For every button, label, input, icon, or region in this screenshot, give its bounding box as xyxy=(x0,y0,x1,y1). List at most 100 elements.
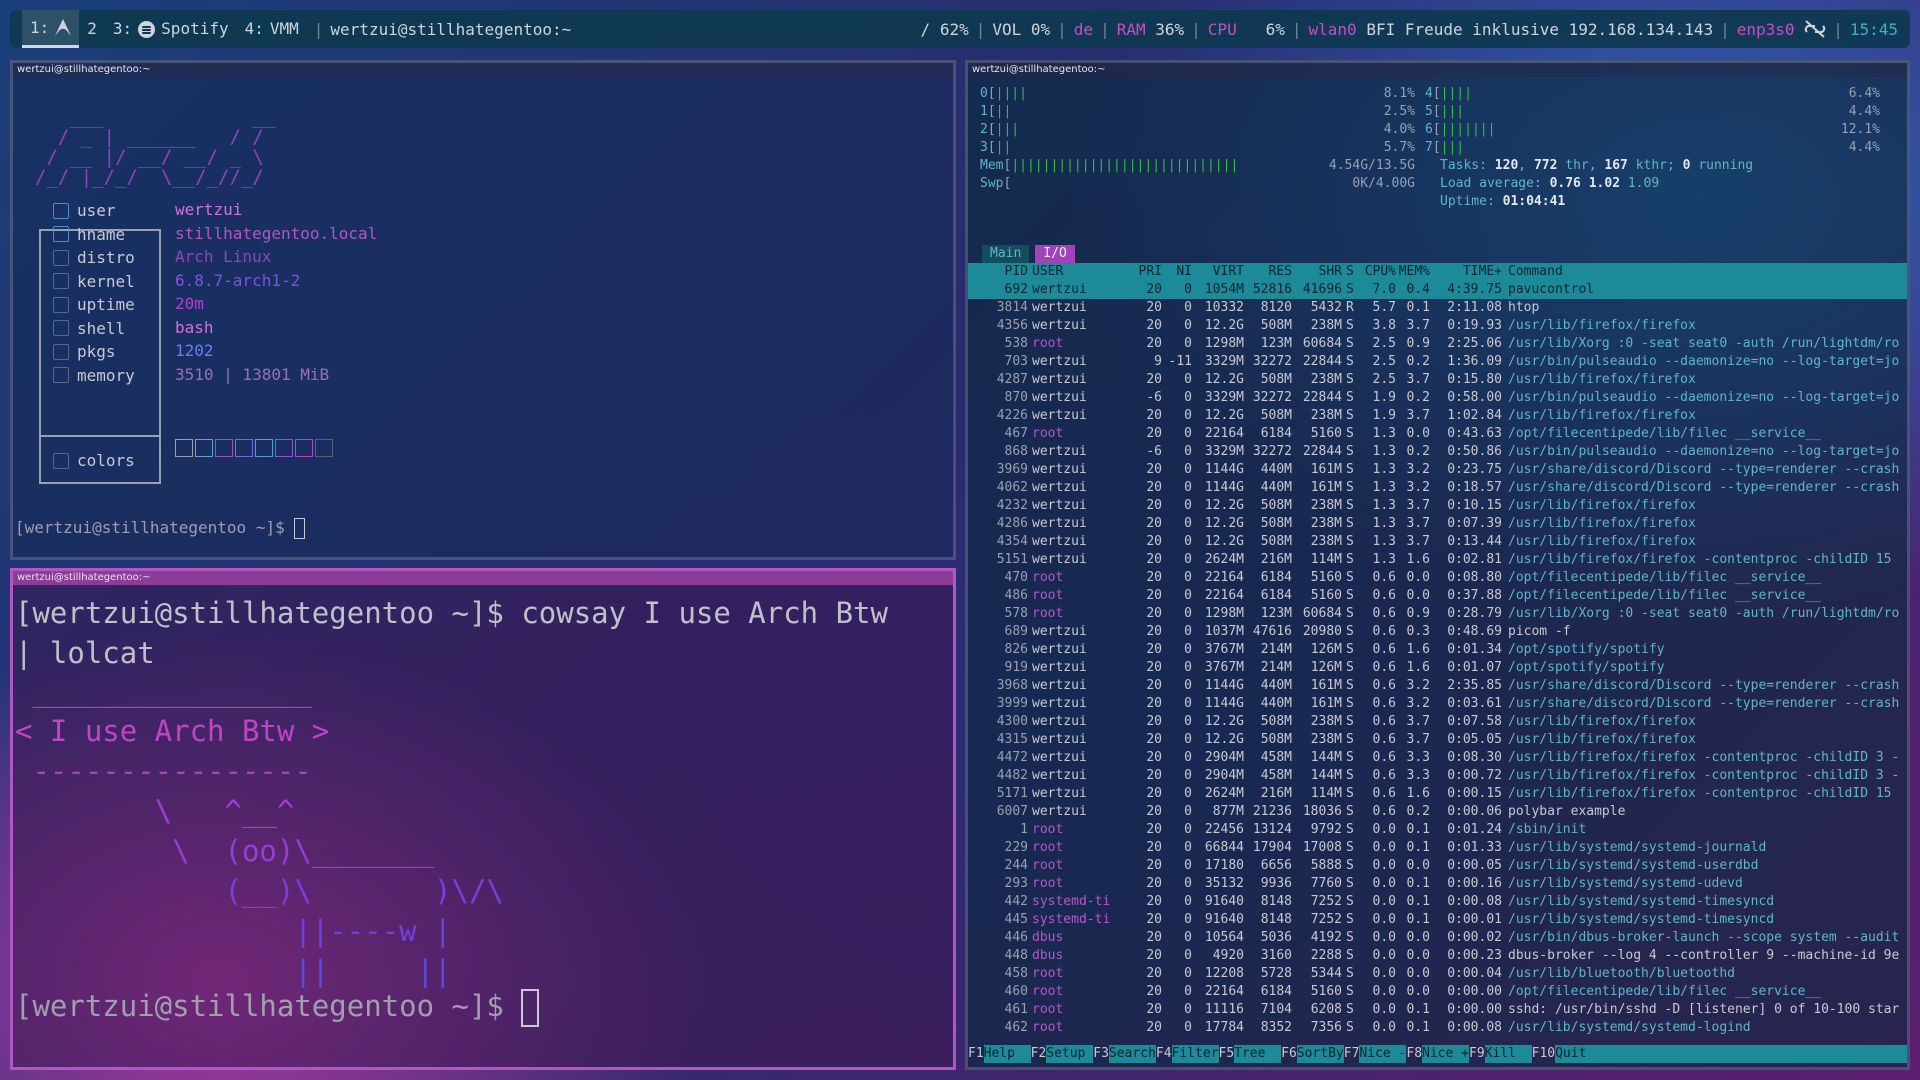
process-row[interactable]: 4315 wertzui 20 0 12.2G 508M 238M S 0.6 3.7 0:05.0… xyxy=(968,731,1907,749)
column-header-mem: MEM% xyxy=(1398,264,1430,279)
process-row[interactable]: 4062 wertzui 20 0 1144G 440M 161M S 1.3 3.2 0:18.5… xyxy=(968,479,1907,497)
process-cell: 20 xyxy=(1146,822,1162,837)
process-row[interactable]: 470 root 20 0 22164 6184 5160 S 0.6 0.0 0:08.80/op… xyxy=(968,569,1907,587)
process-row[interactable]: 467 root 20 0 22164 6184 5160 S 1.3 0.0 0:43.63/op… xyxy=(968,425,1907,443)
process-row[interactable]: 919 wertzui 20 0 3767M 214M 126M S 0.6 1.6 0:01.07… xyxy=(968,659,1907,677)
process-row[interactable]: 3968 wertzui 20 0 1144G 440M 161M S 0.6 3.2 2:35.8… xyxy=(968,677,1907,695)
process-row[interactable]: 460 root 20 0 22164 6184 5160 S 0.0 0.0 0:00.00/op… xyxy=(968,983,1907,1001)
function-key-label[interactable]: Quit xyxy=(1555,1045,1587,1063)
process-cell: 826 xyxy=(1004,642,1028,657)
terminal-window-htop[interactable]: wertzui@stillhategentoo:~ 0[|||| 8.1% 1[||… xyxy=(965,60,1910,1070)
process-row[interactable]: 446 dbus 20 0 10564 5036 4192 S 0.0 0.0 0:00.02/us… xyxy=(968,929,1907,947)
fetch-key: hname xyxy=(77,224,126,244)
process-row[interactable]: 703 wertzui 9 -11 3329M 32272 22844 S 2.5 0.2 1:36… xyxy=(968,353,1907,371)
process-row[interactable]: 4482 wertzui 20 0 2904M 458M 144M S 0.6 3.3 0:00.7… xyxy=(968,767,1907,785)
function-key-label[interactable]: Nice - xyxy=(1359,1045,1407,1063)
workspace-4[interactable]: 4: VMM xyxy=(237,10,307,48)
process-row[interactable]: 4300 wertzui 20 0 12.2G 508M 238M S 0.6 3.7 0:07.5… xyxy=(968,713,1907,731)
process-cell: 12208 xyxy=(1204,966,1244,981)
process-row[interactable]: 5151 wertzui 20 0 2624M 216M 114M S 1.3 1.6 0:02.8… xyxy=(968,551,1907,569)
workspace-3[interactable]: 3: Spotify xyxy=(105,10,237,48)
process-row[interactable]: 293 root 20 0 35132 9936 7760 S 0.0 0.1 0:00.16/us… xyxy=(968,875,1907,893)
process-cell: 5171 xyxy=(996,786,1028,801)
shell-prompt[interactable]: [wertzui@stillhategentoo ~]$ xyxy=(15,989,540,1027)
function-key-label[interactable]: Tree xyxy=(1234,1045,1282,1063)
process-cell: 0 xyxy=(1184,768,1192,783)
process-row[interactable]: 4287 wertzui 20 0 12.2G 508M 238M S 2.5 3.7 0:15.8… xyxy=(968,371,1907,389)
shell-prompt[interactable]: [wertzui@stillhategentoo ~]$ xyxy=(15,518,306,539)
process-row[interactable]: 486 root 20 0 22164 6184 5160 S 0.6 0.0 0:37.88/op… xyxy=(968,587,1907,605)
function-key-label[interactable]: Kill xyxy=(1484,1045,1532,1063)
process-row[interactable]: 870 wertzui -6 0 3329M 32272 22844 S 1.9 0.2 0:58.… xyxy=(968,389,1907,407)
process-row[interactable]: 4226 wertzui 20 0 12.2G 508M 238M S 1.9 3.7 1:02.8… xyxy=(968,407,1907,425)
process-row[interactable]: 4232 wertzui 20 0 12.2G 508M 238M S 1.3 3.7 0:10.1… xyxy=(968,497,1907,515)
spotify-icon xyxy=(138,20,156,38)
tab-main[interactable]: Main xyxy=(982,245,1030,263)
function-key-label[interactable]: Nice + xyxy=(1422,1045,1469,1063)
function-key-label[interactable]: Search xyxy=(1108,1045,1156,1063)
process-cell: 3.2 xyxy=(1406,480,1430,495)
process-list[interactable]: 692 wertzui 20 0 1054M 52816 41696 S 7.0 0.4 4:39.… xyxy=(968,281,1907,1037)
process-cell: 20 xyxy=(1146,714,1162,729)
process-row[interactable]: 3999 wertzui 20 0 1144G 440M 161M S 0.6 3.2 0:03.6… xyxy=(968,695,1907,713)
process-cell: /opt/filecentipede/lib/filec __service__ xyxy=(1508,426,1822,441)
process-row[interactable]: 3969 wertzui 20 0 1144G 440M 161M S 1.3 3.2 0:23.7… xyxy=(968,461,1907,479)
process-row[interactable]: 4286 wertzui 20 0 12.2G 508M 238M S 1.3 3.7 0:07.3… xyxy=(968,515,1907,533)
process-cell: 20 xyxy=(1146,606,1162,621)
process-row[interactable]: 458 root 20 0 12208 5728 5344 S 0.0 0.0 0:00.04/us… xyxy=(968,965,1907,983)
process-row[interactable]: 868 wertzui -6 0 3329M 32272 22844 S 1.3 0.2 0:50.… xyxy=(968,443,1907,461)
process-cell: 9 xyxy=(1154,354,1162,369)
process-cell: 458M xyxy=(1260,750,1292,765)
process-row[interactable]: 4354 wertzui 20 0 12.2G 508M 238M S 1.3 3.7 0:13.4… xyxy=(968,533,1907,551)
function-key-label[interactable]: SortBy xyxy=(1296,1045,1344,1063)
process-cell: 0 xyxy=(1184,678,1192,693)
process-row[interactable]: 6007 wertzui 20 0 877M 21236 18036 S 0.6 0.2 0:00.… xyxy=(968,803,1907,821)
process-row[interactable]: 244 root 20 0 17180 6656 5888 S 0.0 0.0 0:00.05/us… xyxy=(968,857,1907,875)
process-row[interactable]: 1 root 20 0 22456 13124 9792 S 0.0 0.1 0:01.24/sbi… xyxy=(968,821,1907,839)
process-row[interactable]: 461 root 20 0 11116 7104 6208 S 0.0 0.1 0:00.00 ssh… xyxy=(968,1001,1907,1019)
process-row[interactable]: 5171 wertzui 20 0 2624M 216M 114M S 0.6 1.6 0:00.1… xyxy=(968,785,1907,803)
process-cell: 442 xyxy=(1004,894,1028,909)
process-row[interactable]: 442 systemd-ti 20 0 91640 8148 7252 S 0.0 0.1 0:00… xyxy=(968,893,1907,911)
process-row[interactable]: 538 root 20 0 1298M 123M 60684 S 2.5 0.9 2:25.06/u… xyxy=(968,335,1907,353)
process-cell: systemd-ti xyxy=(1032,894,1111,909)
process-row[interactable]: 3814 wertzui 20 0 10332 8120 5432 R 5.7 0.1 2:11.0… xyxy=(968,299,1907,317)
wlan-info: BFI Freude inklusive 192.168.134.143 xyxy=(1366,19,1714,39)
process-cell: 0:00.04 xyxy=(1447,966,1502,981)
process-cell: /usr/lib/firefox/firefox xyxy=(1508,372,1696,387)
wlan-label: wlan0 xyxy=(1308,19,1357,39)
column-header-pid: PID xyxy=(1004,264,1028,279)
load-average-value: 0.76 xyxy=(1549,176,1581,191)
process-cell: 4:39.75 xyxy=(1447,282,1502,297)
function-key-label[interactable]: Setup xyxy=(1046,1045,1094,1063)
process-cell: 10332 xyxy=(1204,300,1244,315)
kernel-icon xyxy=(53,273,69,289)
function-key-label[interactable]: Filter xyxy=(1171,1045,1219,1063)
process-cell: 13124 xyxy=(1252,822,1292,837)
process-row[interactable]: 445 systemd-ti 20 0 91640 8148 7252 S 0.0 0.1 0:00… xyxy=(968,911,1907,929)
tab-io[interactable]: I/O xyxy=(1035,245,1075,263)
process-cell: 22164 xyxy=(1204,426,1244,441)
process-cell: 0 xyxy=(1184,714,1192,729)
process-row[interactable]: 4356 wertzui 20 0 12.2G 508M 238M S 3.8 3.7 0:19.9… xyxy=(968,317,1907,335)
terminal-window-cowsay[interactable]: wertzui@stillhategentoo:~ [wertzui@still… xyxy=(10,568,956,1070)
process-cell: 0.1 xyxy=(1406,840,1430,855)
tasks-info-text xyxy=(1487,158,1495,173)
volume-indicator[interactable]: VOL 0% xyxy=(992,20,1050,39)
workspace-1[interactable]: 1: xyxy=(22,10,80,48)
process-row[interactable]: 448 dbus 20 0 4920 3160 2288 S 0.0 0.0 0:00.23 dbus… xyxy=(968,947,1907,965)
process-row[interactable]: 692 wertzui 20 0 1054M 52816 41696 S 7.0 0.4 4:39.… xyxy=(968,281,1907,299)
function-key-label[interactable]: Help xyxy=(983,1045,1031,1063)
workspace-2[interactable]: 2 xyxy=(79,10,105,48)
process-cell: 440M xyxy=(1260,462,1292,477)
process-row[interactable]: 4472 wertzui 20 0 2904M 458M 144M S 0.6 3.3 0:08.3… xyxy=(968,749,1907,767)
process-row[interactable]: 826 wertzui 20 0 3767M 214M 126M S 0.6 1.6 0:01.34… xyxy=(968,641,1907,659)
process-row[interactable]: 578 root 20 0 1298M 123M 60684 S 0.6 0.9 0:28.79/u… xyxy=(968,605,1907,623)
process-row[interactable]: 229 root 20 0 66844 17904 17008 S 0.0 0.1 0:01.33/… xyxy=(968,839,1907,857)
process-cell: 20 xyxy=(1146,804,1162,819)
process-row[interactable]: 462 root 20 0 17784 8352 7356 S 0.0 0.1 0:00.08/us… xyxy=(968,1019,1907,1037)
process-cell: wertzui xyxy=(1032,624,1087,639)
column-header-pri: PRI xyxy=(1138,264,1162,279)
terminal-window-fetch[interactable]: wertzui@stillhategentoo:~ ___ __ / _ | _… xyxy=(10,60,956,560)
process-row[interactable]: 689 wertzui 20 0 1037M 47616 20980 S 0.6 0.3 0:48.… xyxy=(968,623,1907,641)
